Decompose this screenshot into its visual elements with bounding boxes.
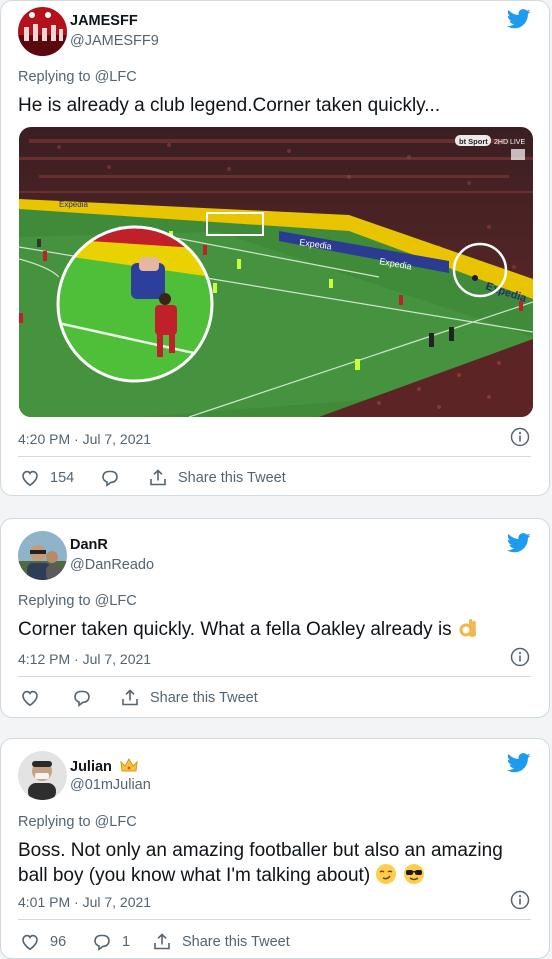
tweet-card[interactable]: JAMESFF @JAMESFF9 Replying to @LFC He is… (0, 0, 550, 496)
author-handle[interactable]: @JAMESFF9 (70, 33, 159, 49)
share-label: Share this Tweet (182, 934, 290, 950)
heart-icon (22, 470, 38, 487)
share-button[interactable]: Share this Tweet (152, 931, 290, 953)
tweet-actions: 96 1 Share this Tweet (18, 931, 531, 953)
timestamp[interactable]: 4:20 PM · Jul 7, 2021 (18, 431, 151, 447)
author-handle[interactable]: @01mJulian (70, 777, 151, 793)
like-count: 96 (50, 934, 67, 950)
heart-icon (22, 934, 38, 951)
timestamp[interactable]: 4:12 PM · Jul 7, 2021 (18, 651, 151, 667)
replying-to-link[interactable]: @LFC (95, 814, 137, 830)
reply-icon (74, 690, 90, 707)
tweet-card[interactable]: Julian @01mJulian Replying to @LFC Boss.… (0, 738, 550, 959)
replying-to: Replying to @LFC (18, 69, 137, 85)
reply-button[interactable] (72, 687, 92, 709)
smirk-emoji (376, 864, 397, 884)
reply-icon (94, 934, 110, 951)
author-name[interactable]: JAMESFF (70, 13, 138, 29)
reply-count: 1 (122, 934, 131, 950)
heart-icon (22, 690, 38, 707)
twitter-bird-icon[interactable] (507, 753, 531, 773)
avatar[interactable] (18, 531, 67, 580)
share-button[interactable]: Share this Tweet (148, 467, 286, 489)
replying-to: Replying to @LFC (18, 814, 137, 830)
replying-prefix: Replying to (18, 69, 91, 85)
share-label: Share this Tweet (150, 690, 258, 706)
tweet-text: Boss. Not only an amazing footballer but… (18, 840, 503, 886)
share-label: Share this Tweet (178, 470, 286, 486)
replying-prefix: Replying to (18, 593, 91, 609)
author-handle[interactable]: @DanReado (70, 557, 154, 573)
author-name[interactable]: DanR (70, 537, 108, 553)
replying-to: Replying to @LFC (18, 593, 137, 609)
tweet-card[interactable]: DanR @DanReado Replying to @LFC Corner t… (0, 518, 550, 718)
replying-prefix: Replying to (18, 814, 91, 830)
tweet-actions: Share this Tweet (18, 687, 531, 709)
live-indicator: 2HD LIVE (494, 139, 525, 146)
reply-icon (102, 470, 118, 487)
twitter-bird-icon[interactable] (507, 533, 531, 553)
replying-to-link[interactable]: @LFC (95, 69, 137, 85)
author-name[interactable]: Julian (70, 759, 112, 775)
tweet-text-row: Boss. Not only an amazing footballer but… (18, 838, 531, 888)
divider (18, 919, 531, 920)
share-button[interactable]: Share this Tweet (120, 687, 258, 709)
tweet-actions: 154 Share this Tweet (18, 467, 531, 489)
info-icon[interactable] (510, 427, 530, 447)
sunglasses-emoji (403, 864, 424, 884)
twitter-bird-icon[interactable] (507, 9, 531, 29)
like-button[interactable] (20, 687, 40, 709)
reply-button[interactable]: 1 (92, 931, 130, 953)
ok-hand-emoji (459, 619, 476, 637)
crown-emoji (120, 757, 138, 772)
tweet-text: Corner taken quickly. What a fella Oakle… (18, 619, 452, 640)
tweet-text: He is already a club legend.Corner taken… (18, 95, 441, 116)
like-button[interactable]: 154 (20, 467, 74, 489)
ad-board-text: Expedia (59, 200, 88, 209)
like-button[interactable]: 96 (20, 931, 66, 953)
timestamp[interactable]: 4:01 PM · Jul 7, 2021 (18, 894, 151, 910)
divider (18, 456, 531, 457)
info-icon[interactable] (510, 890, 530, 910)
broadcaster-logo: bt Sport (459, 137, 488, 146)
author-name-row[interactable]: Julian (70, 757, 138, 775)
info-icon[interactable] (510, 647, 530, 667)
tweet-media-image[interactable]: Expedia Expedia Expedia Expedia bt Sport… (19, 127, 533, 417)
like-count: 154 (50, 470, 75, 486)
avatar[interactable] (18, 7, 67, 56)
avatar[interactable] (18, 751, 67, 800)
replying-to-link[interactable]: @LFC (95, 593, 137, 609)
divider (18, 676, 531, 677)
share-icon (122, 689, 138, 706)
reply-button[interactable] (100, 467, 120, 489)
share-icon (154, 933, 170, 950)
share-icon (150, 469, 166, 486)
tweet-text-row: Corner taken quickly. What a fella Oakle… (18, 617, 531, 642)
